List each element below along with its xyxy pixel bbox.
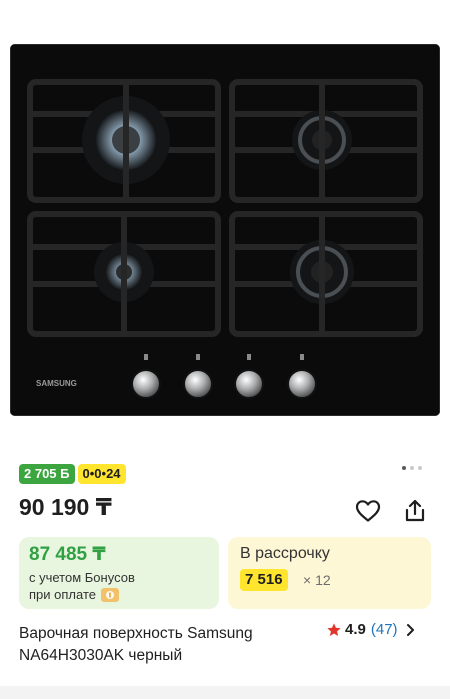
product-image[interactable]: SAMSUNG xyxy=(0,0,450,445)
installment-badge: 0•0•24 xyxy=(77,464,126,484)
favorite-button[interactable] xyxy=(353,496,383,526)
gas-hob-photo: SAMSUNG xyxy=(10,44,440,416)
reviews-count: (47) xyxy=(370,621,398,638)
rating-link[interactable]: 4.9 (47) xyxy=(326,621,416,638)
bonus-payment-note: при оплате xyxy=(29,587,119,602)
heart-icon xyxy=(355,500,381,522)
share-icon xyxy=(405,499,425,522)
installment-card[interactable]: В рассрочку 7 516 × 12 xyxy=(228,537,431,609)
product-title: Варочная поверхность Samsung NA64H3030AK… xyxy=(19,625,253,664)
bonus-price-card[interactable]: 87 485 ₸ с учетом Бонусов при оплате xyxy=(19,537,219,609)
installment-months: × 12 xyxy=(303,572,331,588)
carousel-dots xyxy=(402,466,422,470)
share-button[interactable] xyxy=(400,496,430,526)
installment-title: В рассрочку xyxy=(240,545,330,562)
chevron-right-icon xyxy=(406,623,416,637)
installment-amount: 7 516 xyxy=(240,569,288,591)
brand-logo: SAMSUNG xyxy=(36,379,77,388)
badge-row: 2 705 Б 0•0•24 xyxy=(19,464,126,484)
carousel-dot-active xyxy=(402,466,406,470)
coin-icon xyxy=(100,587,119,602)
bonus-note: с учетом Бонусов xyxy=(29,570,135,585)
rating-value: 4.9 xyxy=(345,621,366,638)
bonus-payment-label: при оплате xyxy=(29,587,96,602)
section-divider xyxy=(0,686,450,699)
star-icon xyxy=(327,622,341,636)
bonus-badge: 2 705 Б xyxy=(19,464,75,484)
product-price: 90 190 ₸ xyxy=(19,494,112,520)
bonus-price: 87 485 ₸ xyxy=(29,544,106,565)
carousel-dot xyxy=(410,466,414,470)
carousel-dot xyxy=(418,466,422,470)
